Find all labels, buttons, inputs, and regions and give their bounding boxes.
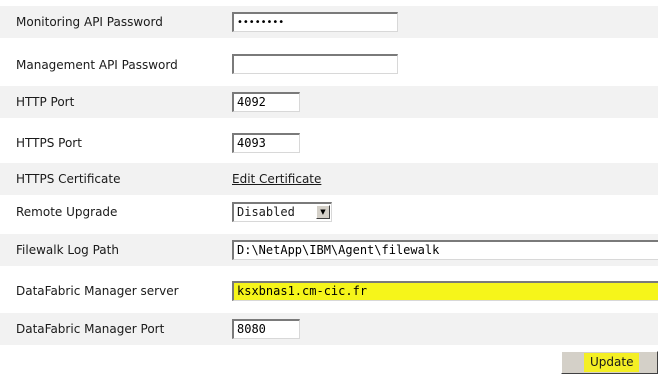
https-port-label: HTTPS Port	[16, 136, 82, 150]
management-api-password-label: Management API Password	[16, 58, 178, 72]
remote-upgrade-value: Disabled	[237, 205, 295, 219]
monitoring-api-password-input[interactable]: ••••••••	[232, 12, 398, 32]
datafabric-manager-port-label: DataFabric Manager Port	[16, 322, 165, 336]
edit-certificate-link[interactable]: Edit Certificate	[232, 163, 321, 195]
remote-upgrade-label: Remote Upgrade	[16, 205, 118, 219]
datafabric-manager-server-label: DataFabric Manager server	[16, 284, 179, 298]
row-https-port: HTTPS Port 4093	[0, 127, 658, 159]
row-management-api-password: Management API Password	[0, 49, 658, 81]
update-button-label: Update	[584, 353, 640, 372]
monitoring-api-password-label: Monitoring API Password	[16, 15, 163, 29]
http-port-label: HTTP Port	[16, 95, 75, 109]
filewalk-log-path-label: Filewalk Log Path	[16, 243, 119, 257]
row-http-port: HTTP Port 4092	[0, 86, 658, 118]
chevron-down-icon[interactable]: ▼	[316, 205, 330, 219]
https-certificate-label: HTTPS Certificate	[16, 172, 121, 186]
row-remote-upgrade: Remote Upgrade Disabled ▼	[0, 196, 658, 228]
http-port-input[interactable]: 4092	[232, 92, 300, 112]
datafabric-manager-server-input[interactable]: ksxbnas1.cm-cic.fr	[232, 281, 658, 301]
row-datafabric-manager-server: DataFabric Manager server ksxbnas1.cm-ci…	[0, 275, 658, 307]
row-monitoring-api-password: Monitoring API Password ••••••••	[0, 6, 658, 38]
filewalk-log-path-input[interactable]: D:\NetApp\IBM\Agent\filewalk	[232, 240, 658, 260]
management-api-password-input[interactable]	[232, 54, 398, 74]
row-datafabric-manager-port: DataFabric Manager Port 8080	[0, 313, 658, 345]
update-button[interactable]: Update	[561, 351, 658, 374]
datafabric-manager-port-input[interactable]: 8080	[232, 319, 300, 339]
https-port-input[interactable]: 4093	[232, 133, 300, 153]
row-filewalk-log-path: Filewalk Log Path D:\NetApp\IBM\Agent\fi…	[0, 234, 658, 266]
row-https-certificate: HTTPS Certificate Edit Certificate	[0, 163, 658, 195]
remote-upgrade-select[interactable]: Disabled ▼	[232, 202, 332, 222]
